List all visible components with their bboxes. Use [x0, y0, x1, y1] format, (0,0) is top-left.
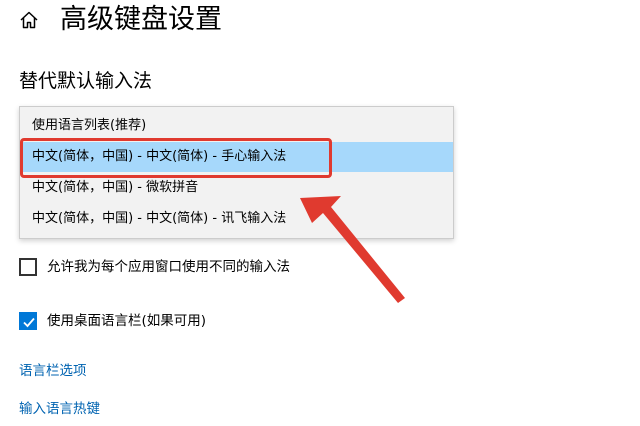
- settings-page: 高级键盘设置 替代默认输入法 使用语言列表(推荐) 中文(简体，中国) - 中文…: [0, 0, 640, 426]
- language-bar-options-link[interactable]: 语言栏选项: [19, 361, 87, 381]
- per-app-input-method-label: 允许我为每个应用窗口使用不同的输入法: [47, 259, 290, 275]
- desktop-language-bar-option[interactable]: 使用桌面语言栏(如果可用): [19, 310, 206, 332]
- dropdown-option-language-list[interactable]: 使用语言列表(推荐): [20, 111, 453, 141]
- desktop-language-bar-label: 使用桌面语言栏(如果可用): [47, 313, 207, 329]
- page-title: 高级键盘设置: [60, 4, 222, 35]
- per-app-input-method-checkbox[interactable]: [19, 258, 37, 276]
- annotation-highlight-box: [20, 138, 332, 178]
- checkmark-icon: [23, 317, 35, 328]
- desktop-language-bar-checkbox[interactable]: [19, 312, 37, 330]
- home-icon[interactable]: [18, 9, 40, 31]
- per-app-input-method-option[interactable]: 允许我为每个应用窗口使用不同的输入法: [19, 256, 290, 278]
- input-language-hotkeys-link[interactable]: 输入语言热键: [19, 399, 100, 419]
- section-heading: 替代默认输入法: [19, 70, 153, 92]
- dropdown-option-xunfei[interactable]: 中文(简体，中国) - 中文(简体) - 讯飞输入法: [20, 204, 453, 234]
